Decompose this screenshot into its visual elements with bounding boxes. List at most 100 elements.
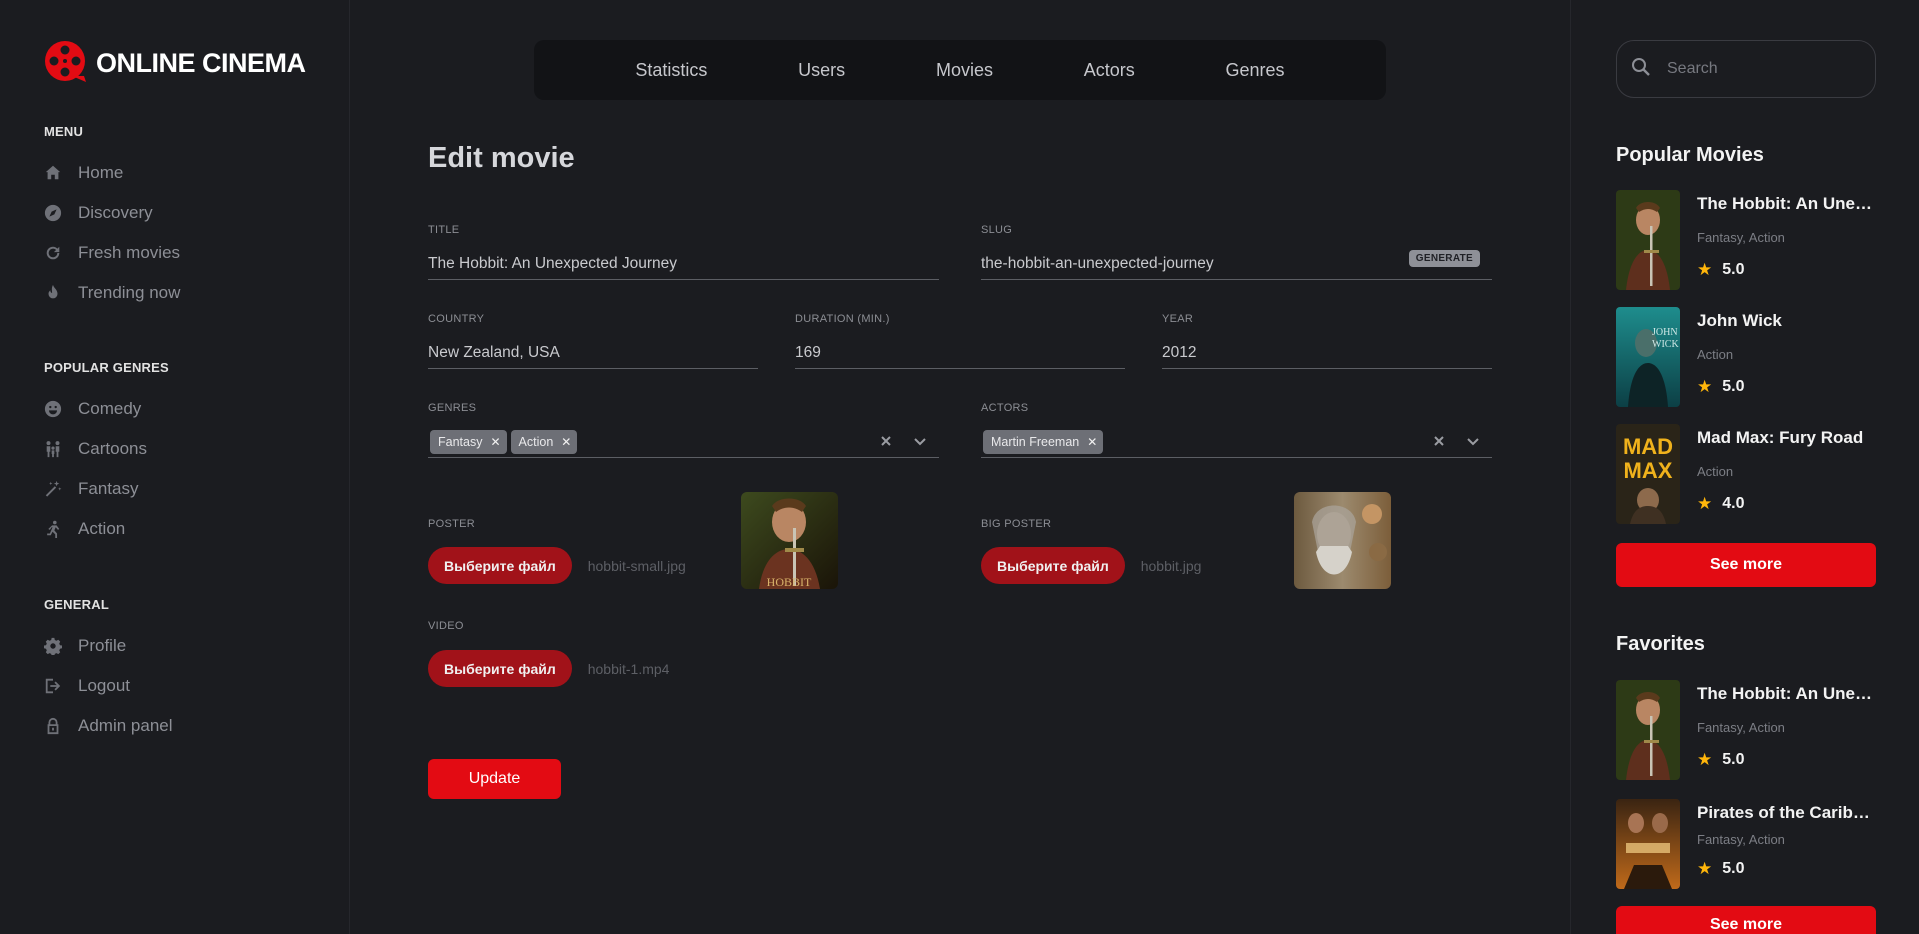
favorites-see-more-button[interactable]: See more — [1616, 906, 1876, 934]
chip-label: Action — [518, 434, 554, 449]
favorite-movie-card[interactable]: Pirates of the Caribbean Fantasy, Action… — [1616, 799, 1877, 889]
nav-statistics[interactable]: Statistics — [635, 60, 707, 81]
svg-text:HOBBIT: HOBBIT — [767, 575, 812, 589]
year-label: Year — [1162, 313, 1194, 325]
slug-input[interactable]: the-hobbit-an-unexpected-journey — [981, 255, 1214, 273]
popular-movie-card[interactable]: The Hobbit: An Unexpected Journey Fantas… — [1616, 190, 1877, 290]
clear-icon[interactable] — [875, 430, 897, 452]
star-icon: ★ — [1697, 377, 1713, 396]
genre-chip: Fantasy ✕ — [430, 429, 507, 454]
movie-poster — [1616, 680, 1680, 780]
genres-multiselect[interactable]: Fantasy ✕ Action ✕ — [428, 426, 939, 458]
title-input[interactable]: The Hobbit: An Unexpected Journey — [428, 248, 939, 280]
actors-multiselect[interactable]: Martin Freeman ✕ — [981, 426, 1492, 458]
movie-poster — [1616, 190, 1680, 290]
sidebar-item-label: Home — [78, 163, 124, 182]
nav-actors[interactable]: Actors — [1084, 60, 1135, 81]
update-button[interactable]: Update — [428, 759, 561, 799]
genres-heading: Popular genres — [44, 360, 169, 375]
movie-title: Pirates of the Caribbean — [1697, 803, 1877, 822]
big-poster-file-name: hobbit.jpg — [1140, 557, 1202, 574]
sidebar-item-label: Cartoons — [78, 439, 147, 458]
remove-chip-icon[interactable]: ✕ — [490, 435, 500, 449]
genre-chip: Action ✕ — [510, 429, 578, 454]
admin-navigation: Statistics Users Movies Actors Genres — [534, 40, 1386, 100]
clear-icon[interactable] — [1428, 430, 1450, 452]
poster-file-button[interactable]: Выберите файл — [428, 547, 572, 584]
svg-text:WICK: WICK — [1652, 339, 1679, 350]
title-field: Title The Hobbit: An Unexpected Journey — [428, 224, 939, 280]
popular-movie-card[interactable]: MAD MAX Mad Max: Fury Road Action ★ 4.0 — [1616, 424, 1876, 524]
sidebar-item-home[interactable]: Home — [44, 153, 180, 193]
sidebar-item-logout[interactable]: Logout — [44, 666, 173, 706]
family-icon — [44, 440, 62, 458]
rating-value: 5.0 — [1722, 860, 1745, 877]
remove-chip-icon[interactable]: ✕ — [561, 435, 571, 449]
poster-preview: HOBBIT — [741, 492, 838, 589]
title-label: Title — [428, 224, 460, 236]
logo-text: ONLINE CINEMA — [96, 47, 306, 78]
running-icon — [44, 520, 62, 538]
duration-input[interactable]: 169 — [795, 337, 1125, 369]
generate-slug-button[interactable]: GENERATE — [1408, 250, 1480, 267]
duration-field: Duration (min.) 169 — [795, 313, 1125, 369]
chevron-down-icon[interactable] — [909, 430, 931, 452]
sidebar-item-fresh-movies[interactable]: Fresh movies — [44, 233, 180, 273]
popular-see-more-button[interactable]: See more — [1616, 543, 1876, 587]
lock-icon — [44, 717, 62, 735]
popular-movies-heading: Popular Movies — [1616, 144, 1764, 166]
movie-genres: Action — [1697, 347, 1734, 362]
country-input[interactable]: New Zealand, USA — [428, 337, 758, 369]
general-section: General Profile Logout Admin panel — [44, 597, 173, 746]
nav-genres[interactable]: Genres — [1226, 60, 1285, 81]
rating-value: 4.0 — [1722, 495, 1745, 512]
actors-field: Actors Martin Freeman ✕ — [981, 402, 1492, 458]
big-poster-label: Big poster — [981, 518, 1052, 530]
big-poster-file-button[interactable]: Выберите файл — [981, 547, 1125, 584]
menu-section: Menu Home Discovery Fresh movies Trendin… — [44, 124, 180, 313]
movie-title: The Hobbit: An Unexpected Journey — [1697, 194, 1877, 213]
sidebar-item-admin-panel[interactable]: Admin panel — [44, 706, 173, 746]
movie-rating: ★ 5.0 — [1697, 377, 1745, 397]
fire-icon — [44, 284, 62, 302]
movie-rating: ★ 5.0 — [1697, 260, 1745, 280]
nav-users[interactable]: Users — [798, 60, 845, 81]
movie-poster: MAD MAX — [1616, 424, 1680, 524]
poster-label: Poster — [428, 518, 476, 530]
favorite-movie-card[interactable]: The Hobbit: An Unexpected Journey Fantas… — [1616, 680, 1877, 780]
svg-text:MAD: MAD — [1623, 434, 1673, 459]
movie-title: The Hobbit: An Unexpected Journey — [1697, 684, 1877, 703]
star-icon: ★ — [1697, 494, 1713, 513]
country-label: Country — [428, 313, 485, 325]
sidebar-item-discovery[interactable]: Discovery — [44, 193, 180, 233]
sidebar-item-trending-now[interactable]: Trending now — [44, 273, 180, 313]
chevron-down-icon[interactable] — [1462, 430, 1484, 452]
poster-file-name: hobbit-small.jpg — [587, 557, 686, 574]
general-heading: General — [44, 597, 109, 612]
movie-rating: ★ 5.0 — [1697, 750, 1745, 770]
left-sidebar: ONLINE CINEMA Menu Home Discovery Fresh … — [0, 0, 350, 934]
slug-input-wrapper: the-hobbit-an-unexpected-journey GENERAT… — [981, 248, 1492, 280]
rating-value: 5.0 — [1722, 261, 1745, 278]
sidebar-item-comedy[interactable]: Comedy — [44, 389, 169, 429]
search-box[interactable] — [1616, 40, 1876, 98]
remove-chip-icon[interactable]: ✕ — [1087, 435, 1097, 449]
search-input[interactable] — [1667, 60, 1857, 78]
sidebar-item-label: Profile — [78, 636, 127, 655]
video-file-button[interactable]: Выберите файл — [428, 650, 572, 687]
movie-genres: Fantasy, Action — [1697, 230, 1785, 245]
nav-movies[interactable]: Movies — [936, 60, 993, 81]
sidebar-item-action[interactable]: Action — [44, 509, 169, 549]
sidebar-item-fantasy[interactable]: Fantasy — [44, 469, 169, 509]
chip-label: Fantasy — [438, 434, 483, 449]
slug-label: Slug — [981, 224, 1013, 236]
year-input[interactable]: 2012 — [1162, 337, 1492, 369]
popular-movie-card[interactable]: JOHN WICK John Wick Action ★ 5.0 — [1616, 307, 1876, 407]
sidebar-item-profile[interactable]: Profile — [44, 626, 173, 666]
country-field: Country New Zealand, USA — [428, 313, 758, 369]
movie-title: Mad Max: Fury Road — [1697, 428, 1864, 447]
compass-icon — [44, 204, 62, 222]
logo[interactable]: ONLINE CINEMA — [44, 40, 306, 86]
sidebar-item-cartoons[interactable]: Cartoons — [44, 429, 169, 469]
smile-icon — [44, 400, 62, 418]
